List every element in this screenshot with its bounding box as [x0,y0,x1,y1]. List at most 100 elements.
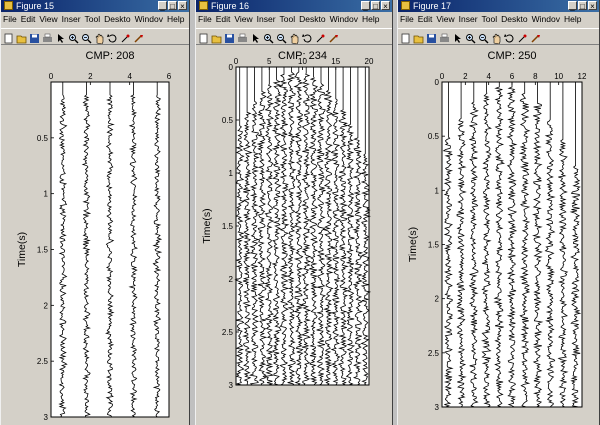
menu-desktop[interactable]: Deskto [102,12,132,27]
x-tick-label: 2 [88,72,93,81]
print-icon[interactable] [237,31,248,42]
print-icon[interactable] [42,31,53,42]
menu-edit[interactable]: Edit [19,12,38,27]
menu-help[interactable]: Help [562,12,583,27]
menu-help[interactable]: Help [165,12,186,27]
maximize-button[interactable]: □ [168,1,177,11]
menu-edit[interactable]: Edit [214,12,233,27]
brush-icon[interactable] [530,31,541,43]
title-bar[interactable]: Figure 15 _ □ × [1,0,189,12]
menu-tools[interactable]: Tool [480,12,500,27]
zoom-out-icon[interactable] [276,31,287,44]
menu-window[interactable]: Windov [133,12,165,27]
rotate-icon[interactable] [302,31,313,43]
menu-view[interactable]: View [434,12,456,27]
x-tick-label: 8 [533,72,538,81]
menu-bar: File Edit View Inser Tool Deskto Windov Help [1,12,189,27]
new-icon[interactable] [400,31,411,44]
x-tick-label: 0 [440,72,445,81]
zoom-out-icon[interactable] [478,31,489,44]
y-tick-label: 1 [229,169,234,178]
menu-insert[interactable]: Inser [60,12,83,27]
zoom-in-icon[interactable] [68,31,79,44]
menu-tools[interactable]: Tool [83,12,103,27]
menu-file[interactable]: File [1,12,19,27]
pan-icon[interactable] [94,31,105,44]
new-icon[interactable] [198,31,209,44]
title-bar[interactable]: Figure 17 _ □ × [398,0,599,12]
data-cursor-icon[interactable] [315,31,326,43]
pointer-icon[interactable] [55,31,66,43]
zoom-in-icon[interactable] [465,31,476,44]
figure-window-16: Figure 16 _ □ × File Edit View Inser Tool Deskt… [195,0,393,425]
zoom-out-icon[interactable] [81,31,92,44]
pan-icon[interactable] [289,31,300,44]
pointer-icon[interactable] [452,31,463,43]
menu-window[interactable]: Windov [328,12,360,27]
brush-icon[interactable] [328,31,339,43]
y-tick-label: 3 [229,381,234,390]
close-button[interactable]: × [588,1,597,11]
data-cursor-icon[interactable] [517,31,528,43]
y-axis-label: Time(s) [407,227,419,262]
x-tick-label: 0 [49,72,54,81]
x-tick-label: 5 [267,57,272,66]
open-icon[interactable] [16,31,27,44]
pan-icon[interactable] [491,31,502,44]
close-button[interactable]: × [178,1,187,11]
pointer-icon[interactable] [250,31,261,43]
y-tick-label: 2.5 [222,328,234,337]
menu-view[interactable]: View [37,12,59,27]
menu-bar: File Edit View Inser Tool Deskto Windov Help [196,12,392,27]
y-tick-label: 1 [435,186,440,195]
maximize-button[interactable]: □ [578,1,587,11]
save-icon[interactable] [29,31,40,43]
menu-file[interactable]: File [196,12,214,27]
minimize-button[interactable]: _ [568,1,577,11]
y-tick-label: 3 [435,403,440,412]
y-tick-label: 0 [435,78,440,87]
y-tick-label: 1 [44,190,49,199]
zoom-in-icon[interactable] [263,31,274,44]
y-tick-label: 2 [44,301,49,310]
data-cursor-icon[interactable] [120,31,131,43]
title-bar[interactable]: Figure 16 _ □ × [196,0,392,12]
y-tick-label: 0.5 [428,132,440,141]
menu-tools[interactable]: Tool [278,12,298,27]
menu-window[interactable]: Windov [530,12,562,27]
x-tick-label: 10 [298,57,307,66]
save-icon[interactable] [426,31,437,43]
new-icon[interactable] [3,31,14,44]
y-tick-label: 2.5 [37,357,49,366]
x-tick-label: 15 [331,57,340,66]
x-tick-label: 6 [510,72,515,81]
plot-title: CMP: 250 [488,50,537,62]
open-icon[interactable] [413,31,424,44]
y-tick-label: 3 [44,413,49,422]
rotate-icon[interactable] [107,31,118,43]
close-button[interactable]: × [381,1,390,11]
toolbar [398,28,599,45]
x-tick-label: 4 [127,72,132,81]
x-tick-label: 12 [578,72,587,81]
menu-insert[interactable]: Inser [457,12,480,27]
save-icon[interactable] [224,31,235,43]
x-tick-label: 2 [463,72,468,81]
open-icon[interactable] [211,31,222,44]
minimize-button[interactable]: _ [158,1,167,11]
print-icon[interactable] [439,31,450,42]
window-title: Figure 17 [413,1,452,11]
minimize-button[interactable]: _ [361,1,370,11]
menu-desktop[interactable]: Deskto [297,12,327,27]
y-axis-label: Time(s) [201,208,213,243]
brush-icon[interactable] [133,31,144,43]
menu-view[interactable]: View [232,12,254,27]
menu-file[interactable]: File [398,12,416,27]
menu-edit[interactable]: Edit [416,12,435,27]
menu-desktop[interactable]: Deskto [499,12,529,27]
menu-bar: File Edit View Inser Tool Deskto Windov Help [398,12,599,27]
menu-help[interactable]: Help [360,12,381,27]
maximize-button[interactable]: □ [371,1,380,11]
menu-insert[interactable]: Inser [255,12,278,27]
rotate-icon[interactable] [504,31,515,43]
